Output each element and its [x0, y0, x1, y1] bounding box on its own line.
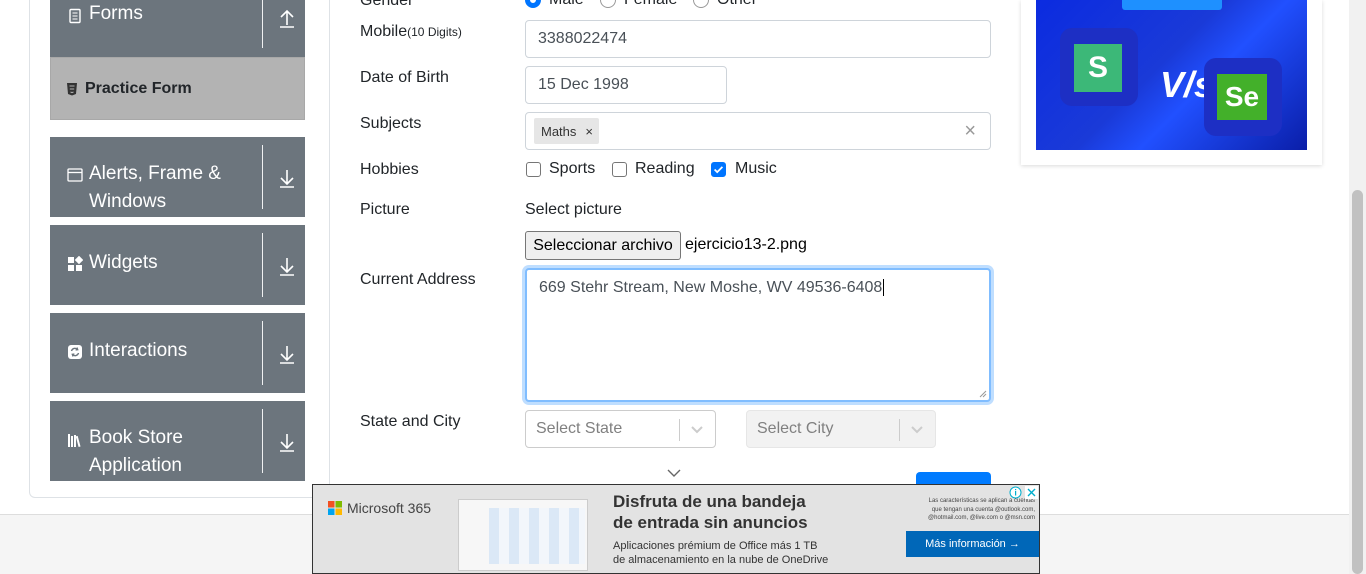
- window-icon: [67, 168, 83, 182]
- state-select[interactable]: Select State: [525, 410, 716, 448]
- gender-radio-male[interactable]: [525, 0, 541, 8]
- ad-subtext-1: Aplicaciones prémium de Office más 1 TB: [613, 540, 818, 552]
- expand-arrow-icon[interactable]: [278, 168, 296, 188]
- sidebar-group-forms[interactable]: Forms: [50, 0, 305, 57]
- divider: [262, 233, 263, 297]
- gender-option-label: Male: [549, 0, 584, 9]
- divider: [262, 321, 263, 385]
- page: Forms Practice Form Alerts, Frame & Wind…: [0, 0, 1366, 574]
- hobby-label: Reading: [635, 160, 695, 177]
- sidebar-group-widgets[interactable]: Widgets: [50, 225, 305, 305]
- mobile-input[interactable]: 3388022474: [525, 20, 991, 58]
- katalon-logo: S: [1074, 44, 1122, 92]
- form-icon: [69, 8, 81, 24]
- city-select[interactable]: Select City: [746, 410, 936, 448]
- ad-product-image: [458, 499, 588, 571]
- divider: [262, 409, 263, 473]
- sidebar-group-label: Interactions: [89, 340, 188, 361]
- ad-close-icon[interactable]: [1025, 486, 1038, 499]
- clear-icon[interactable]: ×: [964, 120, 976, 143]
- resize-handle-icon[interactable]: [979, 390, 987, 398]
- subjects-label: Subjects: [360, 115, 422, 132]
- sidebar-item-practice-form[interactable]: Practice Form: [50, 57, 305, 120]
- dob-input[interactable]: 15 Dec 1998: [525, 66, 727, 104]
- sidebar-group-alerts[interactable]: Alerts, Frame & Windows: [50, 137, 305, 217]
- checkmark-icon: [713, 166, 724, 174]
- chevron-down-icon: [691, 426, 703, 434]
- hobbies-label: Hobbies: [360, 161, 419, 178]
- hobby-checkbox-sports[interactable]: [526, 162, 541, 177]
- ad-info-icon[interactable]: [1009, 486, 1022, 499]
- ad-image: S V/s Se: [1036, 0, 1307, 150]
- right-ad-banner[interactable]: S V/s Se: [1021, 0, 1322, 165]
- expand-arrow-icon[interactable]: [278, 432, 296, 452]
- ad-headline-2: de entrada sin anuncios: [613, 513, 808, 532]
- ad-fine-print-2: que tengan una cuenta @outlook.com,: [931, 507, 1035, 513]
- ad-calendar-graphic: [489, 508, 585, 564]
- gender-radio-other[interactable]: [693, 0, 709, 8]
- divider: [262, 145, 263, 209]
- sidebar-group-label: Alerts, Frame & Windows: [89, 163, 221, 212]
- ad-subtext-2: de almacenamiento en la nube de OneDrive: [613, 554, 829, 566]
- picture-label: Picture: [360, 201, 410, 218]
- ad-headline-1: Disfruta de una bandeja: [613, 492, 806, 511]
- microsoft-logo-icon: [328, 501, 342, 515]
- state-city-label: State and City: [360, 413, 461, 430]
- divider: [262, 0, 263, 48]
- address-textarea[interactable]: 669 Stehr Stream, New Moshe, WV 49536-64…: [525, 268, 991, 402]
- mobile-label: Mobile(10 Digits): [360, 23, 462, 40]
- text-cursor: [883, 279, 885, 296]
- collapse-arrow-icon[interactable]: [278, 8, 296, 28]
- ad-decoration: [1122, 0, 1222, 10]
- divider: [899, 419, 900, 441]
- chevron-down-icon[interactable]: [667, 468, 681, 478]
- sidebar-group-label: Widgets: [89, 252, 158, 273]
- widgets-icon: [68, 256, 83, 271]
- divider: [679, 419, 680, 441]
- hobby-checkbox-music[interactable]: [711, 162, 726, 177]
- bottom-ad-banner[interactable]: Microsoft 365 Disfruta de una bandeja de…: [312, 484, 1040, 574]
- selenium-logo: Se: [1217, 74, 1267, 120]
- html-icon: [67, 83, 77, 96]
- sidebar-group-label: Book Store Application: [89, 427, 183, 476]
- file-name: ejercicio13-2.png: [685, 236, 807, 253]
- sidebar-group-interactions[interactable]: Interactions: [50, 313, 305, 393]
- sidebar-item-label: Practice Form: [85, 80, 192, 97]
- remove-tag-icon[interactable]: ×: [585, 124, 593, 139]
- sidebar-group-book-store[interactable]: Book Store Application: [50, 401, 305, 481]
- sidebar-group-label: Forms: [89, 3, 143, 24]
- select-picture-label: Select picture: [525, 201, 622, 218]
- choose-file-button[interactable]: Seleccionar archivo: [525, 231, 681, 260]
- ad-cta-button[interactable]: Más información →: [906, 531, 1039, 557]
- hobby-label: Music: [735, 160, 777, 177]
- chevron-down-icon: [911, 426, 923, 434]
- hobby-checkbox-reading[interactable]: [612, 162, 627, 177]
- interactions-icon: [68, 345, 82, 359]
- gender-option-label: Other: [717, 0, 757, 9]
- hobby-label: Sports: [549, 160, 596, 177]
- ad-fine-print-3: @hotmail.com, @live.com o @msn.com: [928, 515, 1035, 521]
- ad-brand: Microsoft 365: [347, 500, 432, 516]
- scrollbar-thumb[interactable]: [1352, 190, 1363, 574]
- gender-option-label: Female: [624, 0, 677, 9]
- expand-arrow-icon[interactable]: [278, 344, 296, 364]
- subject-tag: Maths ×: [534, 118, 599, 144]
- gender-label: Gender: [360, 0, 414, 9]
- book-store-icon: [68, 434, 81, 448]
- address-label: Current Address: [360, 271, 476, 288]
- dob-label: Date of Birth: [360, 69, 449, 86]
- gender-radio-female[interactable]: [600, 0, 616, 8]
- expand-arrow-icon[interactable]: [278, 256, 296, 276]
